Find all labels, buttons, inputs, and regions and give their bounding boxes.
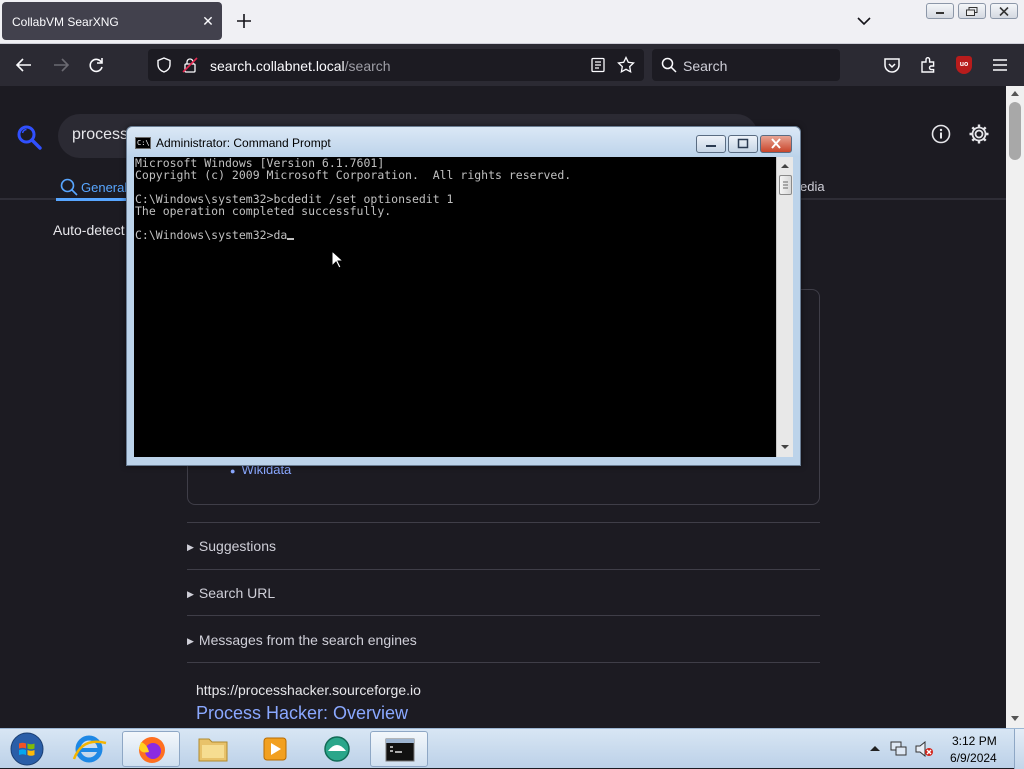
console-line: Copyright (c) 2009 Microsoft Corporation… <box>135 168 572 182</box>
restore-button[interactable] <box>958 3 986 19</box>
command-prompt-window[interactable]: C:\ Administrator: Command Prompt Micros… <box>126 126 801 466</box>
text-caret <box>287 238 295 240</box>
general-search-icon <box>60 178 78 196</box>
search-icon <box>661 57 677 73</box>
disclosure-triangle-icon: ▶ <box>187 589 194 599</box>
active-tab-indicator <box>56 198 136 201</box>
divider <box>187 662 820 663</box>
url-path: /search <box>344 58 391 74</box>
ublock-origin-icon[interactable]: uo <box>956 56 972 74</box>
cmd-minimize-button[interactable] <box>696 135 726 153</box>
search-placeholder: Search <box>683 58 728 74</box>
pocket-icon[interactable] <box>882 55 902 75</box>
gear-icon[interactable] <box>968 123 990 145</box>
console-input: C:\Windows\system32>da <box>135 228 288 242</box>
reader-view-icon[interactable] <box>590 57 606 73</box>
category-general-label: General <box>81 180 128 195</box>
cmd-title: Administrator: Command Prompt <box>156 136 331 150</box>
disclosure-triangle-icon: ▶ <box>187 542 194 552</box>
searxng-logo-icon[interactable] <box>16 124 42 150</box>
divider <box>187 569 820 570</box>
suggestions-toggle[interactable]: ▶ Suggestions <box>187 538 276 554</box>
scroll-down-icon[interactable] <box>1011 716 1019 722</box>
forward-arrow-icon[interactable] <box>51 55 71 75</box>
browser-tab-strip: CollabVM SearXNG ✕ <box>0 0 1024 44</box>
url-text: search.collabnet.local/search <box>210 58 391 74</box>
tab-title: CollabVM SearXNG <box>12 15 119 29</box>
mouse-pointer-icon <box>331 250 345 270</box>
console-output[interactable]: Microsoft Windows [Version 6.1.7601] Copy… <box>134 157 776 457</box>
browser-tab[interactable]: CollabVM SearXNG ✕ <box>2 2 222 40</box>
language-select[interactable]: Auto-detect <box>53 222 125 238</box>
start-button-icon[interactable] <box>6 731 48 767</box>
minimize-button[interactable] <box>926 3 954 19</box>
clock-date[interactable]: 6/9/2024 <box>950 751 997 765</box>
category-tab-media[interactable]: edia <box>800 179 825 194</box>
clock-time[interactable]: 3:12 PM <box>952 734 997 748</box>
info-icon[interactable] <box>931 124 951 144</box>
extensions-icon[interactable] <box>918 55 938 75</box>
shield-icon[interactable] <box>156 57 172 73</box>
page-scrollbar[interactable] <box>1006 86 1024 729</box>
cmd-icon: C:\ <box>135 137 151 149</box>
search-url-toggle[interactable]: ▶ Search URL <box>187 585 275 601</box>
firefox-taskbar-icon[interactable] <box>122 731 180 767</box>
network-icon[interactable] <box>890 741 908 757</box>
command-prompt-taskbar-icon[interactable] <box>370 731 428 767</box>
url-host: search.collabnet.local <box>210 58 345 74</box>
hamburger-menu-icon[interactable] <box>990 55 1010 75</box>
engine-messages-toggle[interactable]: ▶ Messages from the search engines <box>187 632 417 648</box>
engine-messages-label: Messages from the search engines <box>198 632 417 648</box>
category-tab-general[interactable]: General <box>60 178 127 196</box>
file-explorer-icon[interactable] <box>184 731 242 767</box>
cmd-maximize-button[interactable] <box>728 135 758 153</box>
console-prompt-line: C:\Windows\system32>da <box>135 229 571 241</box>
tray-expand-icon[interactable] <box>870 744 880 752</box>
suggestions-label: Suggestions <box>198 538 276 554</box>
scroll-up-icon[interactable] <box>781 163 789 168</box>
tab-close-icon[interactable]: ✕ <box>200 13 216 29</box>
volume-muted-icon[interactable] <box>914 741 934 757</box>
disclosure-triangle-icon: ▶ <box>187 636 194 646</box>
cmd-close-button[interactable] <box>760 135 792 153</box>
insecure-lock-icon[interactable] <box>182 57 198 73</box>
chevron-down-icon[interactable] <box>856 13 872 29</box>
cmd-scrollbar[interactable] <box>776 157 793 457</box>
back-arrow-icon[interactable] <box>14 55 34 75</box>
console-text: Microsoft Windows [Version 6.1.7601] Copy… <box>135 157 571 241</box>
scroll-thumb[interactable] <box>779 175 792 195</box>
console-line: The operation completed successfully. <box>135 204 392 218</box>
url-bar[interactable]: search.collabnet.local/search <box>148 49 644 81</box>
divider <box>187 522 820 523</box>
scroll-down-icon[interactable] <box>781 445 789 450</box>
scroll-thumb[interactable] <box>1009 102 1021 160</box>
browser-navbar: search.collabnet.local/search Search uo <box>0 44 1024 86</box>
cmd-titlebar[interactable]: C:\ Administrator: Command Prompt <box>127 127 800 157</box>
result-title-link[interactable]: Process Hacker: Overview <box>196 703 408 724</box>
reload-icon[interactable] <box>86 55 106 75</box>
show-desktop-button[interactable] <box>1014 729 1024 769</box>
query-text: process <box>72 126 129 143</box>
chat-app-icon[interactable] <box>308 731 366 767</box>
internet-explorer-icon[interactable] <box>60 731 118 767</box>
scroll-up-icon[interactable] <box>1011 90 1019 96</box>
taskbar: 3:12 PM 6/9/2024 <box>0 728 1024 769</box>
divider <box>187 615 820 616</box>
result-url[interactable]: https://processhacker.sourceforge.io <box>196 682 421 698</box>
new-tab-icon[interactable] <box>234 11 254 31</box>
bookmark-star-icon[interactable] <box>617 56 635 74</box>
search-bar[interactable]: Search <box>652 49 840 81</box>
search-url-label: Search URL <box>198 585 276 601</box>
close-window-button[interactable] <box>990 3 1018 19</box>
media-player-icon[interactable] <box>246 731 304 767</box>
